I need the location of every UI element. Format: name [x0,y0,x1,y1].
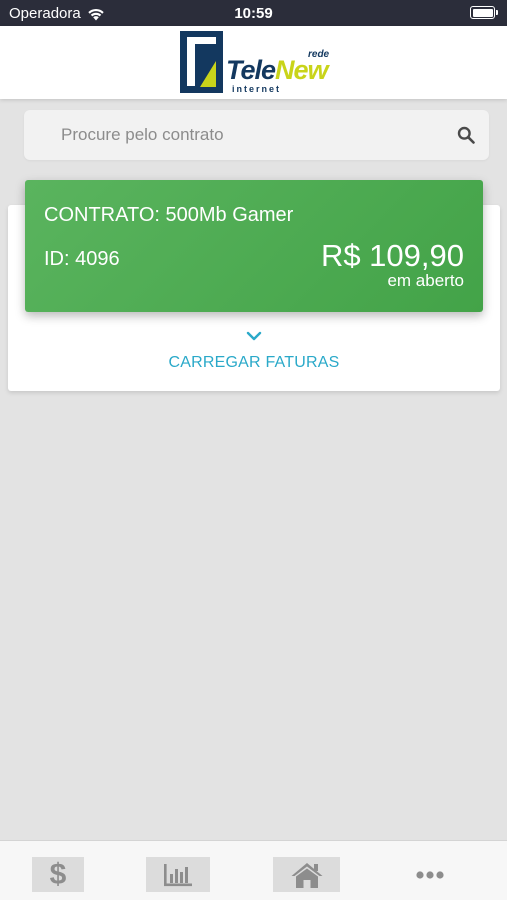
more-icon [416,870,444,879]
telenew-logo: rede TeleNew internet [180,31,330,95]
home-icon [291,862,322,888]
contract-summary[interactable]: CONTRATO: 500Mb Gamer ID: 4096 R$ 109,90… [25,180,483,312]
tab-bar: $ [0,840,507,900]
logo-tagline: internet [232,84,282,94]
screen: Operadora 10:59 rede TeleNew internet Pr… [0,0,507,900]
contract-amount: R$ 109,90 [320,238,464,273]
logo-mark [180,31,223,93]
load-invoices-button[interactable]: CARREGAR FATURAS [8,330,500,382]
contract-title: CONTRATO: 500Mb Gamer [44,204,294,226]
logo-brand-text: TeleNew [226,55,329,85]
clock: 10:59 [234,5,273,22]
app-header: rede TeleNew internet [0,26,507,99]
status-bar: Operadora 10:59 [0,0,507,26]
chevron-down-icon [246,331,262,341]
battery-icon [470,6,498,19]
logo-brand-tele: Tele [226,55,276,85]
search-icon[interactable] [457,126,475,144]
tab-home[interactable] [273,857,340,892]
search-bar [24,110,489,160]
dollar-icon: $ [49,857,67,891]
load-invoices-label: CARREGAR FATURAS [168,354,340,371]
contract-status: em aberto [387,271,464,290]
tab-usage[interactable] [146,857,210,892]
tab-invoices[interactable]: $ [32,857,84,892]
logo-brand-new: New [275,55,329,85]
tab-more[interactable] [402,857,458,892]
contract-id: ID: 4096 [44,248,120,270]
search-input[interactable] [24,110,489,160]
bar-chart-icon [164,863,192,886]
